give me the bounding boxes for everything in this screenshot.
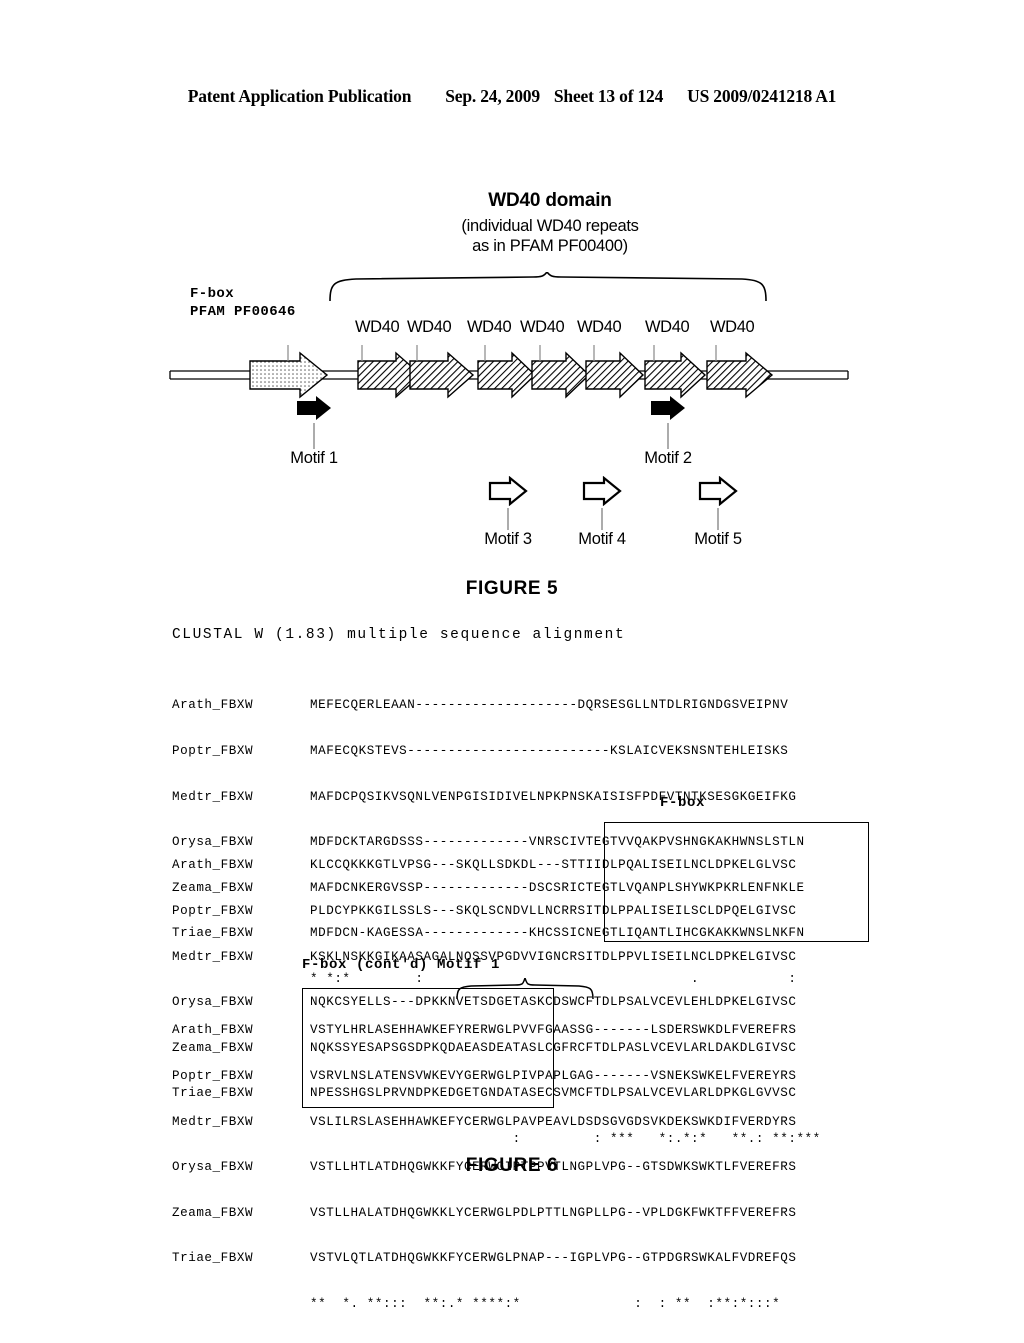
- wd40-label-6: WD40: [645, 318, 690, 336]
- wd40-label-1: WD40: [355, 318, 400, 336]
- sequence-name: Medtr_FBXW: [172, 949, 254, 964]
- publication-title: Patent Application Publication: [187, 86, 412, 106]
- motif-5-arrow-icon: [698, 476, 738, 506]
- sequence-name: Arath_FBXW: [172, 1023, 254, 1038]
- fbox-annotation-label: F-box: [660, 795, 706, 811]
- fbox-label-line2: PFAM PF00646: [190, 304, 296, 320]
- patent-number: US 2009/0241218 A1: [687, 86, 837, 106]
- sheet-number: Sheet 13 of 124: [553, 86, 664, 106]
- sequence-residues: VSRVLNSLATENSVWKEVYGERWGLPIVPAPLGAG-----…: [310, 1069, 797, 1084]
- motif-1-marker: Motif 1: [244, 395, 384, 468]
- wd40-label-4: WD40: [520, 318, 565, 336]
- sequence-name: Arath_FBXW: [172, 858, 254, 873]
- sequence-name: Arath_FBXW: [172, 698, 254, 713]
- sequence-residues: MEFECQERLEAAN--------------------DQRSESG…: [310, 698, 789, 713]
- motif-1-leader-line: [313, 423, 315, 449]
- motif-5-marker: Motif 5: [648, 476, 788, 549]
- wd40-repeat-labels: WD40 WD40 WD40 WD40 WD40 WD40 WD40: [345, 318, 785, 340]
- figure-5-caption: FIGURE 5: [465, 578, 559, 599]
- alignment-row: Triae_FBXW VSTVLQTLATDHQGWKKFYCERWGLPNAP-…: [172, 1251, 796, 1266]
- motif-row-filled: Motif 1 Motif 2: [0, 395, 1024, 475]
- page-header: Patent Application Publication Sep. 24, …: [0, 86, 1024, 107]
- motif-5-leader-line: [717, 508, 719, 530]
- sequence-residues: MAFECQKSTEVS-------------------------KSL…: [310, 744, 789, 759]
- sequence-residues: VSTYLHRLASEHHAWKEFYRERWGLPVVFGAASSG-----…: [310, 1023, 797, 1038]
- alignment-row: Medtr_FBXW VSLILRSLASEHHAWKEFYCERWGLPAVPE…: [172, 1115, 796, 1130]
- sequence-residues: VSLILRSLASEHHAWKEFYCERWGLPAVPEAVLDSDSGVG…: [310, 1114, 797, 1129]
- wd40-label-7: WD40: [710, 318, 755, 336]
- wd40-domain-title: WD40 domain: [488, 190, 612, 211]
- wd40-label-2: WD40: [407, 318, 452, 336]
- publication-date: Sep. 24, 2009: [445, 86, 540, 106]
- alignment-row: Poptr_FBXW MAFECQKSTEVS------------------…: [172, 744, 805, 759]
- motif-1-label: Motif 1: [290, 449, 338, 467]
- fbox-label-line1: F-box: [190, 286, 235, 302]
- alignment-row: Medtr_FBXW MAFDCPQSIKVSQNLVENPGISIDIVELNP…: [172, 790, 805, 805]
- alignment-row: Arath_FBXW MEFECQERLEAAN-----------------…: [172, 698, 805, 713]
- sequence-name: Zeama_FBXW: [172, 1205, 254, 1220]
- consensus-row: X** *. **::: **:.* ****:* : : ** :**:*::…: [172, 1297, 796, 1312]
- wd40-subtitle-line1: (individual WD40 repeats: [461, 217, 639, 235]
- motif-5-label: Motif 5: [694, 530, 742, 548]
- fbox-contd-motif1-label: F-box (cont'd) Motif 1: [302, 957, 501, 973]
- sequence-residues: PLDCYPKKGILSSLS---SKQLSCNDVLLNCRRSITDLPP…: [310, 904, 797, 919]
- wd40-leader-lines: [287, 345, 717, 361]
- wd40-span-brace: [329, 272, 767, 302]
- wd40-domain-arrows: [357, 351, 774, 399]
- wd40-label-3: WD40: [467, 318, 512, 336]
- fbox-pfam-label: F-box PFAM PF00646: [190, 285, 296, 321]
- wd40-domain-subtitle: (individual WD40 repeats as in PFAM PF00…: [380, 216, 720, 256]
- motif-3-arrow-icon: [488, 476, 528, 506]
- sequence-name: Poptr_FBXW: [172, 904, 254, 919]
- alignment-row: Arath_FBXW VSTYLHRLASEHHAWKEFYRERWGLPVVFG…: [172, 1023, 796, 1038]
- motif-2-label: Motif 2: [644, 449, 692, 467]
- alignment-row: Zeama_FBXW VSTLLHALATDHQGWKKLYCERWGLPDLPT…: [172, 1206, 796, 1221]
- figure-6-caption: FIGURE 6: [465, 1155, 559, 1176]
- motif-row-hollow: Motif 3 Motif 4 Motif 5: [0, 476, 1024, 556]
- consensus-symbols: ** *. **::: **:.* ****:* : : ** :**:*:::…: [310, 1297, 781, 1312]
- motif-2-arrow-icon: [651, 396, 685, 420]
- motif-4-arrow-icon: [582, 476, 622, 506]
- sequence-name: Poptr_FBXW: [172, 1069, 254, 1084]
- figure-5-diagram: WD40 domain (individual WD40 repeats as …: [0, 180, 1024, 610]
- motif-4-leader-line: [601, 508, 603, 530]
- motif-3-leader-line: [507, 508, 509, 530]
- sequence-residues: VSTLLHALATDHQGWKKLYCERWGLPDLPTTLNGPLLPG-…: [310, 1205, 797, 1220]
- sequence-name: Medtr_FBXW: [172, 1114, 254, 1129]
- sequence-residues: KLCCQKKKGTLVPSG---SKQLLSDKDL---STTIIDLPQ…: [310, 858, 797, 873]
- wd40-label-5: WD40: [577, 318, 622, 336]
- sequence-residues: VSTVLQTLATDHQGWKKFYCERWGLPNAP---IGPLVPG-…: [310, 1251, 797, 1266]
- sequence-name: Medtr_FBXW: [172, 789, 254, 804]
- clustal-header: CLUSTAL W (1.83) multiple sequence align…: [172, 627, 626, 643]
- sequence-residues: MAFDCPQSIKVSQNLVENPGISIDIVELNPKPNSKAISIS…: [310, 789, 797, 804]
- motif-2-leader-line: [667, 423, 669, 449]
- motif-1-arrow-icon: [297, 396, 331, 420]
- motif-2-marker: Motif 2: [598, 395, 738, 468]
- sequence-name: Poptr_FBXW: [172, 744, 254, 759]
- sequence-name: Triae_FBXW: [172, 1251, 254, 1266]
- alignment-row: Arath_FBXW KLCCQKKKGTLVPSG---SKQLLSDKDL--…: [172, 858, 821, 873]
- alignment-row: Poptr_FBXW PLDCYPKKGILSSLS---SKQLSCNDVLLN…: [172, 904, 821, 919]
- alignment-row: Poptr_FBXW VSRVLNSLATENSVWKEVYGERWGLPIVPA…: [172, 1069, 796, 1084]
- wd40-subtitle-line2: as in PFAM PF00400): [472, 237, 628, 255]
